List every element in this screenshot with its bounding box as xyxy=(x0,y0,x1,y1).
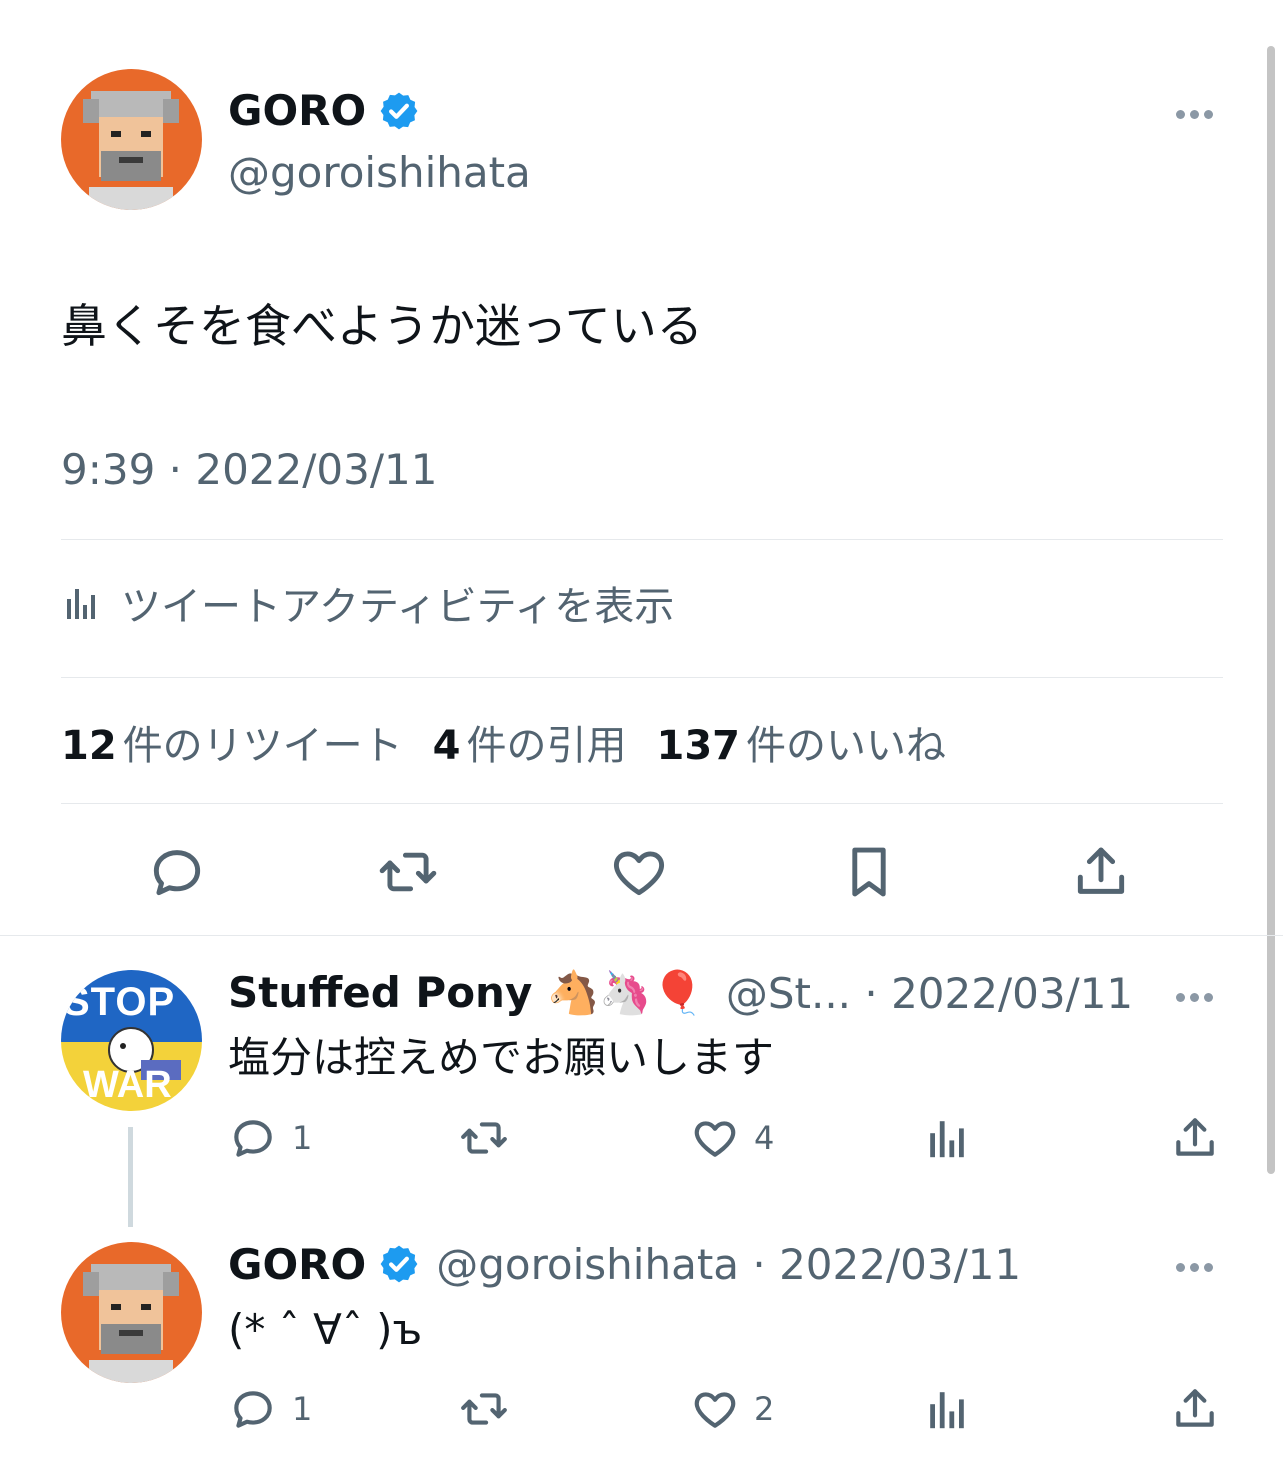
like-count: 4 xyxy=(754,1119,775,1157)
more-icon[interactable] xyxy=(1176,987,1213,1006)
retweet-action[interactable] xyxy=(457,1384,511,1434)
retweet-action[interactable] xyxy=(457,1113,511,1163)
divider xyxy=(61,539,1223,540)
share-icon[interactable] xyxy=(1070,841,1132,903)
reply-action[interactable]: 1 xyxy=(228,1113,312,1163)
tweet-timestamp[interactable]: 9:39 · 2022/03/11 xyxy=(61,443,437,497)
reply-text: 塩分は控えめでお願いします xyxy=(228,1033,775,1082)
reply-action[interactable]: 1 xyxy=(228,1384,312,1434)
reply-author-name[interactable]: GORO xyxy=(228,1240,366,1289)
reply-icon[interactable] xyxy=(146,841,208,903)
likes-count: 137 xyxy=(656,723,741,769)
analytics-icon xyxy=(61,583,101,623)
scrollbar-thumb[interactable] xyxy=(1267,46,1275,1174)
reply-text: (* ˆ ∀ˆ )ъ xyxy=(228,1305,423,1354)
quotes-stat[interactable]: 4 件の引用 xyxy=(433,713,627,771)
like-count: 2 xyxy=(754,1390,775,1428)
tweet-text: 鼻くそを食べようか迷っている xyxy=(61,299,703,353)
reply-avatar[interactable] xyxy=(61,1242,202,1383)
retweets-count: 12 xyxy=(61,723,117,769)
share-action[interactable] xyxy=(1170,1113,1220,1163)
like-icon[interactable] xyxy=(608,841,670,903)
reply-count: 1 xyxy=(292,1390,313,1428)
likes-label: 件のいいね xyxy=(746,723,947,769)
divider xyxy=(61,677,1223,678)
avatar-text-war: WAR xyxy=(83,1064,172,1106)
divider xyxy=(61,803,1223,804)
tweet-activity-link[interactable]: ツイートアクティビティを表示 xyxy=(61,576,674,630)
like-action[interactable]: 2 xyxy=(690,1384,774,1434)
retweets-stat[interactable]: 12 件のリツイート xyxy=(61,713,403,771)
retweet-icon xyxy=(457,1384,511,1434)
share-icon xyxy=(1170,1384,1220,1434)
reply-icon xyxy=(228,1113,278,1163)
likes-stat[interactable]: 137 件のいいね xyxy=(657,713,947,771)
retweet-icon xyxy=(457,1113,511,1163)
avatar[interactable] xyxy=(61,69,202,210)
author-name[interactable]: GORO xyxy=(228,84,366,138)
analytics-icon xyxy=(923,1113,971,1163)
more-icon[interactable] xyxy=(1176,104,1213,123)
analytics-icon xyxy=(923,1384,971,1434)
verified-badge-icon xyxy=(378,90,420,132)
verified-badge-icon xyxy=(378,1243,420,1285)
quotes-label: 件の引用 xyxy=(466,723,627,769)
retweet-icon[interactable] xyxy=(376,841,440,903)
analytics-action[interactable] xyxy=(923,1113,971,1163)
share-icon xyxy=(1170,1113,1220,1163)
activity-label: ツイートアクティビティを表示 xyxy=(121,584,675,630)
reply-handle-date[interactable]: @goroishihata · 2022/03/11 xyxy=(436,1240,1021,1289)
author-handle[interactable]: @goroishihata xyxy=(228,146,531,200)
avatar-text-stop: STOP xyxy=(63,980,176,1024)
like-action[interactable]: 4 xyxy=(690,1113,774,1163)
analytics-action[interactable] xyxy=(923,1384,971,1434)
reply-avatar[interactable]: STOP WAR xyxy=(61,970,202,1111)
like-icon xyxy=(690,1384,740,1434)
share-action[interactable] xyxy=(1170,1384,1220,1434)
bookmark-icon[interactable] xyxy=(838,841,900,903)
thread-line xyxy=(128,1127,133,1227)
tweet-stats: 12 件のリツイート 4 件の引用 137 件のいいね xyxy=(61,714,946,770)
reply-handle-date[interactable]: @St... · 2022/03/11 xyxy=(726,969,1133,1018)
reply-author-name[interactable]: Stuffed Pony 🐴🦄🎈 xyxy=(228,968,704,1018)
retweets-label: 件のリツイート xyxy=(122,723,403,769)
divider xyxy=(0,935,1283,936)
reply-count: 1 xyxy=(292,1119,313,1157)
reply-icon xyxy=(228,1384,278,1434)
like-icon xyxy=(690,1113,740,1163)
more-icon[interactable] xyxy=(1176,1257,1213,1276)
quotes-count: 4 xyxy=(432,723,461,769)
